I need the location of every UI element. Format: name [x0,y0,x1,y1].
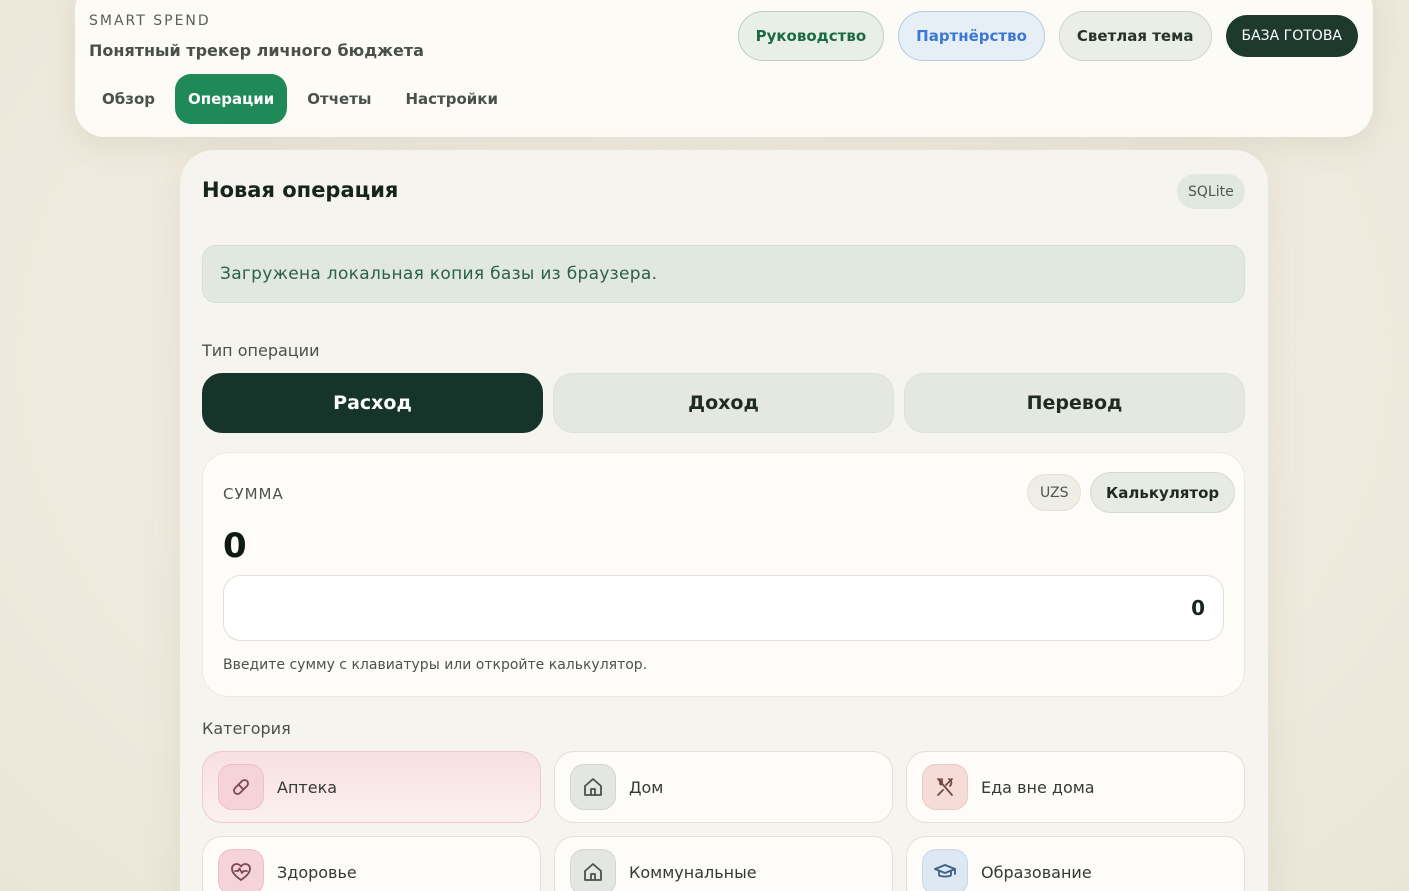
brand-name: SMART SPEND [89,13,211,29]
category-label-pharmacy: Аптека [277,777,338,797]
amount-display: 0 [223,526,247,566]
notice-text: Загружена локальная копия базы из браузе… [220,264,658,284]
type-label: Тип операции [202,341,320,360]
pill-icon [218,764,264,810]
notice-banner: Загружена локальная копия базы из браузе… [202,245,1245,303]
heart-pulse-icon [218,849,264,891]
category-education[interactable]: Образование [906,836,1245,891]
partnership-button[interactable]: Партнёрство [898,11,1045,61]
top-actions: Руководство Партнёрство Светлая тема БАЗ… [737,11,1358,61]
category-label-utilities: Коммунальные [629,862,757,882]
calculator-button[interactable]: Калькулятор [1090,472,1236,513]
category-label-education: Образование [981,862,1092,882]
guide-button[interactable]: Руководство [737,11,885,61]
tab-overview[interactable]: Обзор [88,74,169,124]
category-label-home: Дом [629,777,664,797]
home-icon [570,764,616,810]
page-title: Новая операция [202,178,399,202]
home-icon [570,849,616,891]
amount-hint: Введите сумму с клавиатуры или откройте … [223,657,648,673]
currency-badge[interactable]: UZS [1027,474,1082,511]
tab-settings[interactable]: Настройки [391,74,512,124]
brand-tagline: Понятный трекер личного бюджета [89,41,424,60]
category-home[interactable]: Дом [554,751,893,823]
type-expense-button[interactable]: Расход [202,373,543,433]
amount-input[interactable] [223,575,1224,641]
category-grid: Аптека Дом Еда вне дома Здоровье Коммуна… [202,751,1245,891]
category-label: Категория [202,719,291,738]
tab-reports[interactable]: Отчеты [293,74,385,124]
tab-operations[interactable]: Операции [174,74,288,124]
theme-toggle-button[interactable]: Светлая тема [1058,11,1212,61]
amount-label: СУММА [223,485,284,503]
type-income-button[interactable]: Доход [553,373,894,433]
main-nav: Обзор Операции Отчеты Настройки [88,74,512,124]
category-dining-out[interactable]: Еда вне дома [906,751,1245,823]
category-utilities[interactable]: Коммунальные [554,836,893,891]
storage-badge: SQLite [1177,174,1245,209]
utensils-icon [922,764,968,810]
category-label-dining-out: Еда вне дома [981,777,1095,797]
graduation-cap-icon [922,849,968,891]
operation-type-selector: Расход Доход Перевод [202,373,1245,433]
category-pharmacy[interactable]: Аптека [202,751,541,823]
category-label-health: Здоровье [277,862,357,882]
type-transfer-button[interactable]: Перевод [904,373,1245,433]
category-health[interactable]: Здоровье [202,836,541,891]
db-status-badge: БАЗА ГОТОВА [1225,15,1358,57]
